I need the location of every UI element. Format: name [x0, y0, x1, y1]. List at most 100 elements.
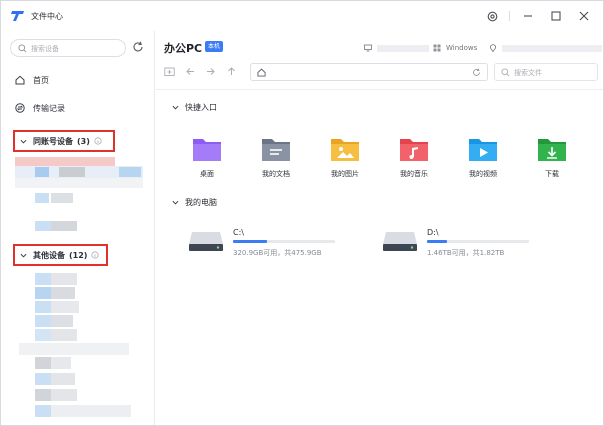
device-item-blurred[interactable] — [35, 287, 51, 299]
device-model-blurred — [377, 44, 429, 52]
chevron-down-icon — [172, 105, 179, 110]
device-item-blurred[interactable] — [35, 373, 51, 385]
monitor-icon — [364, 44, 372, 52]
file-search-input[interactable]: 搜索文件 — [494, 63, 598, 81]
drive-usage-fill — [233, 240, 267, 243]
close-button[interactable] — [577, 9, 591, 23]
titlebar-divider — [509, 11, 510, 21]
drive-capacity: 1.46TB可用，共1.82TB — [427, 249, 505, 257]
device-os-info: Windows — [433, 43, 477, 53]
file-center-window: 文件中心 搜索设备 首页 传输记录 同账号设备 (3) 其他设备 (12) 办公… — [0, 0, 604, 426]
quick-access-label: 桌面 — [200, 170, 214, 178]
transfer-icon — [15, 103, 25, 113]
device-item-blurred[interactable] — [15, 157, 115, 166]
quick-access-title: 快捷入口 — [185, 102, 217, 112]
hard-drive-icon — [189, 232, 223, 251]
new-folder-icon — [164, 67, 175, 76]
quick-access-documents[interactable]: 我的文档 — [251, 133, 301, 185]
group-same-account-count: (3) — [77, 136, 90, 146]
device-item-blurred[interactable] — [19, 343, 129, 355]
refresh-icon[interactable] — [472, 68, 481, 77]
back-button[interactable] — [185, 66, 196, 77]
group-other-devices[interactable]: 其他设备 (12) — [13, 244, 108, 266]
sidebar-item-transfer[interactable]: 传输记录 — [15, 100, 65, 116]
quick-access-label: 我的文档 — [262, 170, 290, 178]
my-computer-title: 我的电脑 — [185, 197, 217, 207]
device-item-blurred[interactable] — [15, 178, 143, 188]
search-icon — [18, 44, 27, 53]
device-item-blurred — [59, 167, 85, 177]
device-item-blurred — [35, 193, 49, 203]
device-model-info — [364, 43, 429, 53]
drive-c[interactable]: C:\ 320.9GB可用，共475.9GB — [188, 224, 368, 260]
pictures-folder-icon — [331, 139, 359, 161]
info-icon[interactable] — [91, 251, 100, 259]
quick-access-pictures[interactable]: 我的图片 — [320, 133, 370, 185]
refresh-icon[interactable] — [132, 41, 144, 53]
navigation-bar: 搜索文件 — [164, 63, 598, 81]
device-item-blurred — [51, 373, 75, 385]
device-item-blurred — [35, 167, 49, 177]
device-item-blurred[interactable] — [35, 357, 51, 369]
group-other-devices-label: 其他设备 — [33, 250, 65, 260]
path-input[interactable] — [250, 63, 488, 81]
device-item-blurred[interactable] — [35, 315, 51, 327]
drive-d[interactable]: D:\ 1.46TB可用，共1.82TB — [382, 224, 562, 260]
my-computer-header[interactable]: 我的电脑 — [172, 196, 217, 208]
device-item-blurred[interactable] — [35, 301, 51, 313]
device-item-blurred[interactable] — [35, 273, 51, 285]
device-item-blurred[interactable] — [35, 405, 51, 417]
maximize-button[interactable] — [549, 9, 563, 23]
drive-name: C:\ — [233, 228, 244, 237]
chevron-down-icon — [20, 253, 27, 258]
quick-access-label: 下载 — [545, 170, 559, 178]
device-item-blurred — [51, 357, 71, 369]
device-name: 办公PC — [164, 42, 203, 55]
quick-access-videos[interactable]: 我的视频 — [458, 133, 508, 185]
this-device-badge: 本机 — [205, 41, 224, 52]
device-item-blurred[interactable] — [35, 389, 51, 401]
arrow-right-icon — [207, 68, 215, 75]
forward-button[interactable] — [205, 66, 216, 77]
settings-icon[interactable] — [485, 9, 499, 23]
drive-usage-bar — [233, 240, 335, 243]
main-panel: 办公PC 本机 Windows 搜索文件 快捷入口 桌面 我的文档 我的图片 我… — [156, 31, 603, 425]
device-item-blurred[interactable] — [35, 221, 51, 231]
info-icon[interactable] — [94, 137, 102, 145]
quick-access-label: 我的图片 — [331, 170, 359, 178]
up-button[interactable] — [226, 66, 237, 77]
minimize-button[interactable] — [521, 9, 535, 23]
group-other-devices-count: (12) — [69, 250, 88, 260]
quick-access-label: 我的视频 — [469, 170, 497, 178]
device-item-blurred — [51, 329, 77, 341]
device-location-blurred — [502, 44, 602, 52]
sidebar-item-transfer-label: 传输记录 — [33, 103, 65, 113]
device-item-blurred — [51, 301, 79, 313]
location-pin-icon — [490, 44, 496, 52]
group-same-account-devices[interactable]: 同账号设备 (3) — [13, 130, 115, 152]
new-folder-button[interactable] — [164, 66, 175, 77]
title-bar: 文件中心 — [1, 1, 603, 31]
device-item-blurred[interactable] — [35, 329, 51, 341]
device-item-blurred — [51, 273, 77, 285]
search-icon — [501, 68, 510, 77]
quick-access-downloads[interactable]: 下载 — [527, 133, 577, 185]
downloads-folder-icon — [538, 139, 566, 161]
sidebar-item-home[interactable]: 首页 — [15, 72, 49, 88]
quick-access-desktop[interactable]: 桌面 — [182, 133, 232, 185]
device-item-blurred — [51, 389, 77, 401]
arrow-up-icon — [228, 67, 235, 75]
windows-icon — [433, 44, 441, 52]
device-search-input[interactable]: 搜索设备 — [10, 39, 126, 57]
documents-folder-icon — [262, 139, 290, 161]
device-os: Windows — [446, 44, 478, 52]
quick-access-header[interactable]: 快捷入口 — [172, 101, 217, 113]
toolbar-divider — [156, 89, 603, 90]
music-folder-icon — [400, 139, 428, 161]
device-location-info — [489, 43, 602, 53]
quick-access-music[interactable]: 我的音乐 — [389, 133, 439, 185]
device-item-blurred — [51, 315, 73, 327]
device-item-blurred — [51, 405, 131, 417]
drive-capacity: 320.9GB可用，共475.9GB — [233, 249, 322, 257]
sidebar: 搜索设备 首页 传输记录 同账号设备 (3) 其他设备 (12) — [1, 31, 155, 425]
